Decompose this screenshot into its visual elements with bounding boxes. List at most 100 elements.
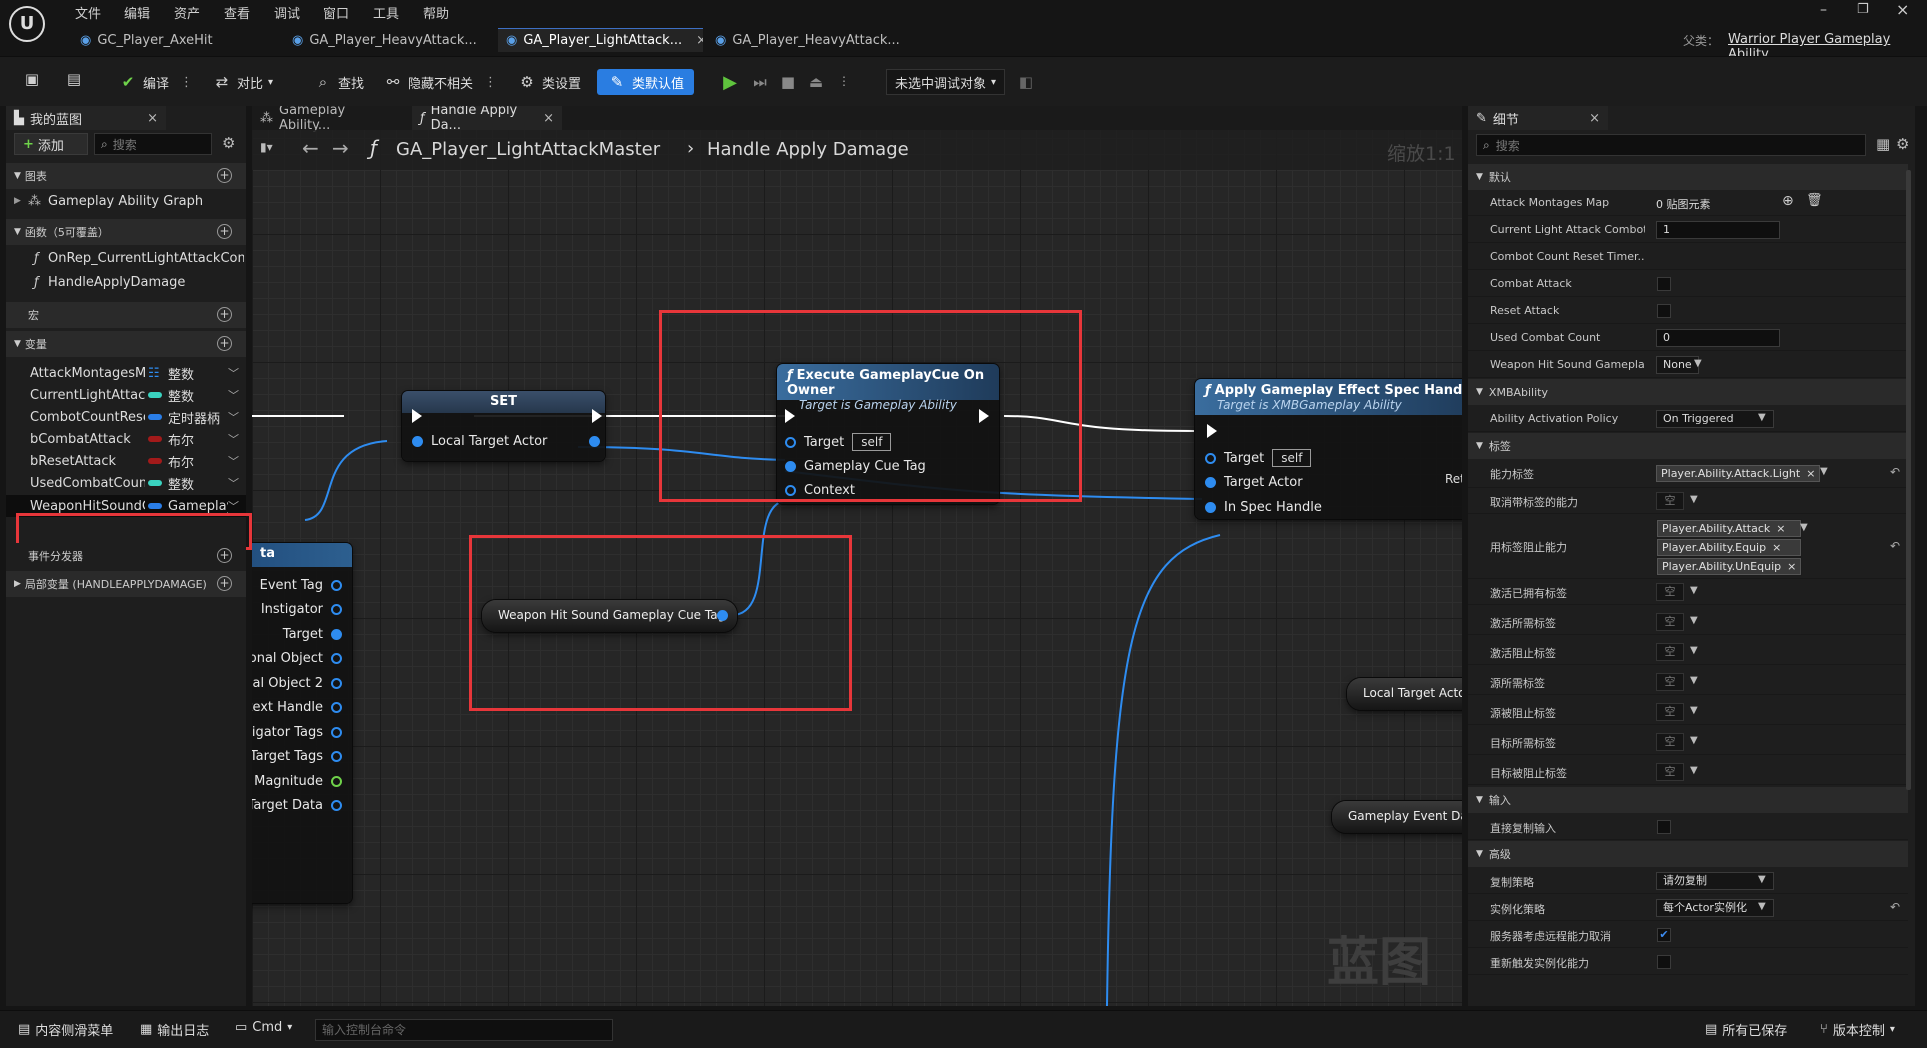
all-saved-indicator[interactable]: ▤ 所有已保存	[1705, 1020, 1787, 1039]
source-control-button[interactable]: ⑂ 版本控制 ▾	[1820, 1020, 1895, 1039]
empty-tag-field[interactable]: 空	[1656, 643, 1684, 661]
chevron-down-icon[interactable]: ▼	[1690, 615, 1698, 626]
doc-tab-3-active[interactable]: ◉ GA_Player_LightAttack... ×	[498, 28, 703, 52]
checkbox[interactable]	[1657, 955, 1671, 969]
checkbox[interactable]	[1657, 277, 1671, 291]
debug-filter-icon[interactable]: ◧	[1016, 72, 1036, 92]
details-search-input[interactable]: ⌕ 搜索	[1476, 134, 1866, 156]
add-button[interactable]: + 添加	[14, 133, 88, 155]
empty-tag-field[interactable]: 空	[1656, 763, 1684, 781]
category-tags[interactable]: ▼ 标签	[1468, 433, 1908, 459]
add-variable-icon[interactable]: +	[217, 336, 232, 351]
category-default[interactable]: ▼ 默认	[1468, 164, 1908, 190]
menu-file[interactable]: 文件	[75, 3, 101, 22]
trash-icon[interactable]: 🗑	[1806, 193, 1823, 208]
tag-chip[interactable]: Player.Ability.Attack ×	[1657, 520, 1802, 537]
gameplay-event-data-node[interactable]: Gameplay Event Data	[1332, 801, 1462, 833]
empty-tag-field[interactable]: 空	[1656, 492, 1684, 510]
pin-icon[interactable]	[331, 751, 342, 762]
chevron-down-icon[interactable]: ▼	[1690, 765, 1698, 776]
replication-policy-select[interactable]: 请勿复制	[1656, 872, 1774, 890]
debug-object-select[interactable]: 未选中调试对象 ▾	[886, 69, 1006, 95]
remove-tag-icon[interactable]: ×	[1806, 466, 1815, 481]
close-icon[interactable]: ×	[147, 111, 158, 126]
pin-row[interactable]: Instigator	[261, 602, 342, 617]
variable-item[interactable]: CurrentLightAttackC 整数 ﹀	[6, 384, 246, 406]
number-input[interactable]: 1	[1656, 221, 1780, 239]
content-drawer-button[interactable]: ▤ 内容侧滑菜单	[18, 1020, 113, 1039]
category-advanced[interactable]: ▼ 高级	[1468, 841, 1908, 867]
chevron-down-icon[interactable]: ▼	[1690, 675, 1698, 686]
pin-row[interactable]: Target Data	[252, 798, 342, 813]
reset-icon[interactable]: ↶	[1890, 539, 1900, 553]
chevron-down-icon[interactable]: ▼	[1820, 466, 1828, 477]
close-icon[interactable]: ×	[1589, 111, 1600, 126]
diff-button[interactable]: ⇄ 对比 ▾	[212, 69, 273, 95]
gear-icon[interactable]: ⚙	[1896, 135, 1909, 153]
pin-icon[interactable]	[331, 678, 342, 689]
variable-item[interactable]: UsedCombatCount 整数 ﹀	[6, 472, 246, 494]
menu-view[interactable]: 查看	[224, 3, 250, 22]
tag-select[interactable]: None	[1656, 356, 1699, 374]
doc-tab-2[interactable]: ◉ GA_Player_HeavyAttack...	[292, 28, 492, 52]
menu-debug[interactable]: 调试	[274, 3, 300, 22]
pin-icon[interactable]	[412, 436, 423, 447]
table-view-icon[interactable]: ▦	[1876, 135, 1890, 153]
save-icon[interactable]: ▣	[22, 69, 42, 89]
close-window-icon[interactable]: ×	[1896, 0, 1909, 19]
pin-row[interactable]: Context Handle	[252, 700, 342, 715]
add-graph-icon[interactable]: +	[217, 168, 232, 183]
more-icon[interactable]: ⋮	[838, 74, 850, 88]
add-local-variable-icon[interactable]: +	[217, 576, 232, 591]
pin-row[interactable]: Instigator Tags	[252, 725, 342, 740]
category-macros[interactable]: 宏 +	[6, 302, 246, 328]
empty-tag-field[interactable]: 空	[1656, 673, 1684, 691]
console-command-input[interactable]: 输入控制台命令	[315, 1019, 613, 1041]
stop-icon[interactable]: ■	[778, 72, 798, 92]
empty-tag-field[interactable]: 空	[1656, 613, 1684, 631]
category-variables[interactable]: ▼ 变量 +	[6, 331, 246, 357]
add-function-icon[interactable]: +	[217, 224, 232, 239]
maximize-icon[interactable]: ❐	[1857, 2, 1869, 17]
chevron-down-icon[interactable]: ﹀	[228, 409, 239, 425]
category-input[interactable]: ▼ 输入	[1468, 787, 1908, 813]
checkbox[interactable]	[1657, 304, 1671, 318]
instancing-policy-select[interactable]: 每个Actor实例化	[1656, 899, 1774, 917]
category-functions[interactable]: ▼ 函数（5可覆盖） +	[6, 219, 246, 245]
chevron-down-icon[interactable]: ▼	[1758, 874, 1766, 885]
pin-row[interactable]: In Spec Handle	[1205, 500, 1322, 515]
chevron-down-icon[interactable]: ▼	[1690, 494, 1698, 505]
step-icon[interactable]: ⏭	[750, 72, 770, 92]
search-input[interactable]: ⌕ 搜索	[94, 133, 212, 155]
exec-out-pin[interactable]	[592, 409, 602, 423]
pin-row[interactable]: Target self	[1205, 449, 1312, 467]
pin-icon[interactable]	[589, 436, 600, 447]
checkbox[interactable]	[1657, 820, 1671, 834]
pin-row[interactable]: Target	[283, 627, 342, 642]
class-settings-button[interactable]: ⚙ 类设置	[517, 69, 581, 95]
category-local-variables[interactable]: ▶ 局部变量 (HANDLEAPPLYDAMAGE) +	[6, 571, 246, 597]
compile-button[interactable]: ✔ 编译 ⋮	[118, 69, 193, 95]
activation-policy-select[interactable]: On Triggered	[1656, 410, 1774, 428]
chevron-down-icon[interactable]: ﹀	[228, 453, 239, 469]
menu-window[interactable]: 窗口	[323, 3, 349, 22]
exec-in-pin[interactable]	[1207, 424, 1217, 438]
class-defaults-button[interactable]: ✎ 类默认值	[597, 69, 695, 95]
exec-in-pin[interactable]	[412, 409, 422, 423]
more-icon[interactable]: ⋮	[484, 75, 497, 90]
pin-row[interactable]: Optional Object	[252, 651, 342, 666]
chevron-down-icon[interactable]: ▼	[1758, 901, 1766, 912]
scrollbar[interactable]	[1906, 170, 1911, 790]
pin-row[interactable]: Event Magnitude	[252, 774, 342, 789]
pin-icon[interactable]	[1205, 502, 1216, 513]
pin-icon[interactable]	[1205, 452, 1216, 464]
set-node[interactable]: SET Local Target Actor	[402, 391, 605, 461]
pin-icon[interactable]	[331, 580, 342, 591]
chevron-down-icon[interactable]: ▼	[1758, 412, 1766, 423]
find-button[interactable]: ⌕ 查找	[313, 69, 364, 95]
pin-icon[interactable]	[331, 702, 342, 713]
play-icon[interactable]: ▶	[720, 72, 740, 93]
chevron-down-icon[interactable]: ﹀	[228, 498, 239, 514]
menu-asset[interactable]: 资产	[174, 3, 200, 22]
unreal-logo-icon[interactable]: U	[9, 6, 45, 42]
